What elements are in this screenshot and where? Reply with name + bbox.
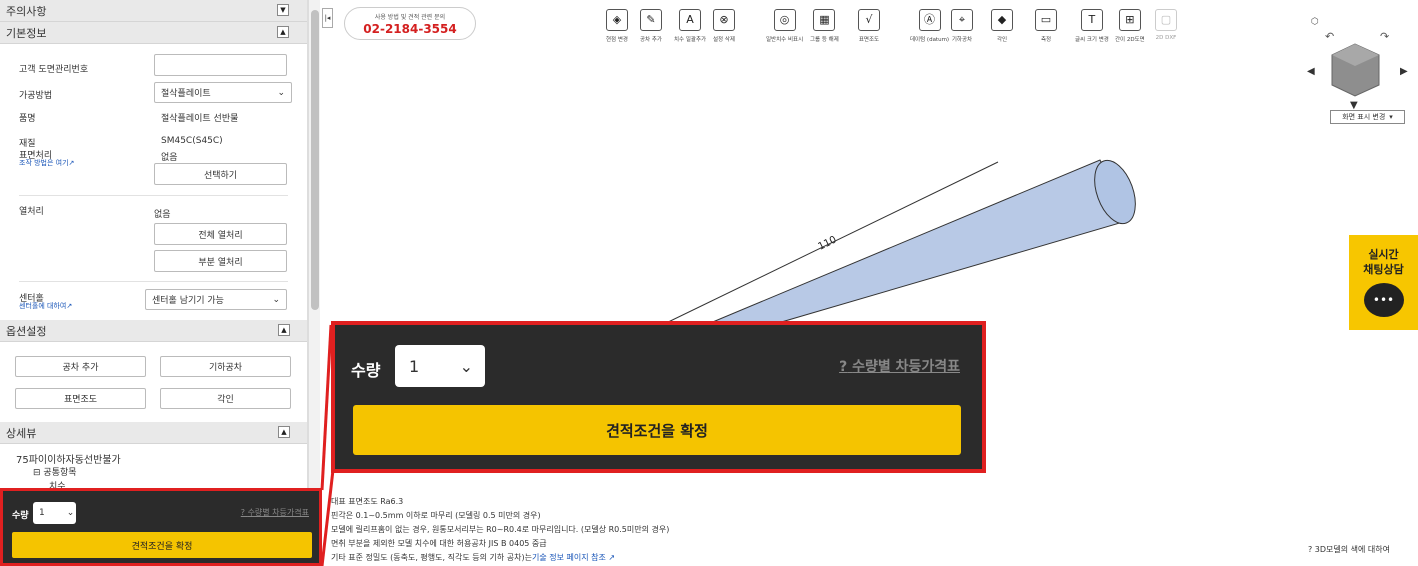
external-link-icon: ↗ (608, 553, 616, 562)
note-line: 면취 부분을 제외한 모델 치수에 대한 허용공차 JIS B 0405 중급 (331, 539, 547, 548)
model-color-help[interactable]: ? 3D모델의 색에 대하여 (1308, 544, 1390, 555)
note-line: 기타 표준 정밀도 (동축도, 평행도, 직각도 등의 기하 공차)는기술 정보… (331, 551, 669, 565)
note-line: 모델에 릴리프홈이 없는 경우, 원통모서리부는 R0~R0.4로 마무리입니다… (331, 525, 670, 534)
callout-connector (320, 324, 335, 566)
note-text: 기타 표준 정밀도 (동축도, 평행도, 직각도 등의 기하 공차)는 (331, 553, 532, 562)
note-line: 대표 표면조도 Ra6.3 (331, 497, 404, 506)
model-notes: 대표 표면조도 Ra6.3 핀각은 0.1~0.5mm 이하로 마무리 (모델링… (331, 495, 669, 565)
tech-info-link[interactable]: 기술 정보 페이지 참조 ↗ (532, 553, 615, 562)
app-root: 주의사항 ▼ 기본정보 ▲ 고객 도면관리번호 가공방법 절삭플레이트 ⌄ 품명… (0, 0, 1418, 566)
connector-top (320, 324, 333, 491)
tech-info-link-text: 기술 정보 페이지 참조 (531, 553, 606, 562)
model-color-help-text: 3D모델의 색에 대하여 (1314, 545, 1391, 554)
help-icon: ? (1308, 545, 1313, 554)
note-line: 핀각은 0.1~0.5mm 이하로 마무리 (모델링 0.5 미만의 경우) (331, 511, 541, 520)
